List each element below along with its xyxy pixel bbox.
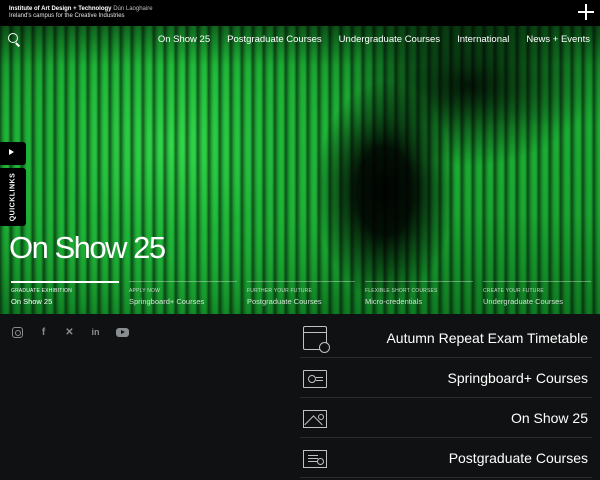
logo-institute-name: Institute of Art Design + Technology bbox=[9, 6, 112, 12]
hero-link-apply-now[interactable]: APPLY NOW Springboard+ Courses bbox=[129, 281, 237, 306]
hero-link-create-future[interactable]: CREATE YOUR FUTURE Undergraduate Courses bbox=[483, 281, 591, 306]
nav-item-undergraduate[interactable]: Undergraduate Courses bbox=[339, 34, 440, 45]
hero-link-further-future[interactable]: FURTHER YOUR FUTURE Postgraduate Courses bbox=[247, 281, 355, 306]
menu-plus-icon[interactable] bbox=[578, 4, 594, 20]
hero-link-title: On Show 25 bbox=[11, 297, 53, 306]
hero-link-kicker: GRADUATE EXHIBITION bbox=[11, 288, 72, 294]
quick-link-label: Springboard+ Courses bbox=[447, 369, 588, 386]
hero-banner: On Show 25 Postgraduate Courses Undergra… bbox=[0, 26, 600, 314]
hero-link-graduate-exhibition[interactable]: GRADUATE EXHIBITION On Show 25 bbox=[11, 281, 119, 306]
hero-link-kicker: APPLY NOW bbox=[129, 288, 161, 294]
hero-feature-links: GRADUATE EXHIBITION On Show 25 APPLY NOW… bbox=[11, 281, 591, 306]
bottom-section: f ✕ in Autumn Repeat Exam Timetable Spri… bbox=[0, 314, 600, 480]
main-nav: On Show 25 Postgraduate Courses Undergra… bbox=[158, 34, 590, 45]
quick-link-list: Autumn Repeat Exam Timetable Springboard… bbox=[300, 318, 592, 478]
hero-link-title: Micro-credentials bbox=[365, 297, 423, 306]
youtube-icon[interactable] bbox=[116, 328, 129, 337]
quick-link-postgraduate[interactable]: Postgraduate Courses bbox=[300, 438, 592, 478]
hero-title: On Show 25 bbox=[9, 230, 166, 265]
instagram-icon[interactable] bbox=[12, 327, 23, 338]
hero-link-kicker: FURTHER YOUR FUTURE bbox=[247, 288, 313, 294]
hero-link-kicker: CREATE YOUR FUTURE bbox=[483, 288, 544, 294]
site-logo[interactable]: Institute of Art Design + Technology Dún… bbox=[9, 6, 153, 20]
image-icon bbox=[303, 409, 327, 428]
nav-item-on-show[interactable]: On Show 25 bbox=[158, 34, 210, 45]
hero-link-title: Springboard+ Courses bbox=[129, 297, 205, 306]
hero-link-short-courses[interactable]: FLEXIBLE SHORT COURSES Micro-credentials bbox=[365, 281, 473, 306]
quick-link-exam-timetable[interactable]: Autumn Repeat Exam Timetable bbox=[300, 318, 592, 358]
calendar-clock-icon bbox=[303, 325, 330, 353]
nav-item-news-events[interactable]: News + Events bbox=[526, 34, 590, 45]
nav-item-postgraduate[interactable]: Postgraduate Courses bbox=[227, 34, 322, 45]
top-bar: Institute of Art Design + Technology Dún… bbox=[0, 0, 600, 26]
linkedin-icon[interactable]: in bbox=[90, 327, 101, 338]
hero-background-image bbox=[0, 26, 600, 314]
quick-link-on-show[interactable]: On Show 25 bbox=[300, 398, 592, 438]
quick-link-label: Postgraduate Courses bbox=[448, 449, 588, 466]
play-arrow-icon bbox=[9, 149, 14, 155]
facebook-icon[interactable]: f bbox=[38, 327, 49, 338]
social-links: f ✕ in bbox=[12, 327, 129, 338]
presentation-icon bbox=[303, 369, 327, 388]
quick-link-label: On Show 25 bbox=[510, 409, 588, 426]
hero-link-title: Undergraduate Courses bbox=[483, 297, 564, 306]
hero-link-title: Postgraduate Courses bbox=[247, 297, 322, 306]
quicklinks-label: QUICKLINKS bbox=[9, 172, 17, 222]
certificate-icon bbox=[303, 449, 327, 468]
hero-link-kicker: FLEXIBLE SHORT COURSES bbox=[365, 288, 438, 294]
logo-tagline: Ireland's campus for the Creative Indust… bbox=[9, 13, 125, 19]
x-icon[interactable]: ✕ bbox=[64, 327, 75, 338]
logo-location: Dún Laoghaire bbox=[113, 6, 153, 12]
search-icon[interactable] bbox=[8, 33, 21, 47]
quicklinks-toggle-button[interactable] bbox=[0, 142, 26, 165]
nav-item-international[interactable]: International bbox=[457, 34, 509, 45]
quicklinks-tab[interactable]: QUICKLINKS bbox=[0, 168, 26, 226]
quick-link-label: Autumn Repeat Exam Timetable bbox=[386, 329, 588, 346]
quick-link-springboard[interactable]: Springboard+ Courses bbox=[300, 358, 592, 398]
